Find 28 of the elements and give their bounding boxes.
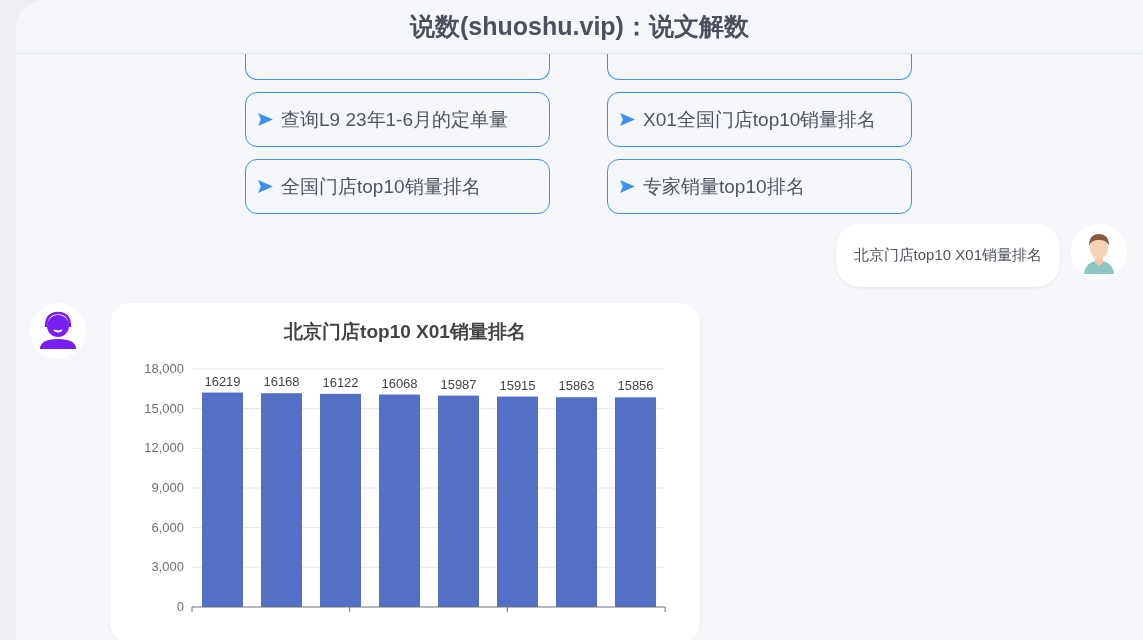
data-label: 16068 bbox=[381, 375, 418, 391]
suggestion-button[interactable] bbox=[245, 54, 550, 80]
suggestion-button[interactable]: 全国门店top10销量排名 bbox=[245, 159, 550, 214]
data-label: 15856 bbox=[617, 378, 654, 394]
chart-title: 北京门店top10 X01销量排名 bbox=[283, 320, 527, 344]
axis-tick-label: 0 bbox=[176, 599, 184, 614]
suggestion-button[interactable] bbox=[607, 54, 912, 80]
data-label: 15915 bbox=[499, 377, 536, 393]
send-icon bbox=[620, 113, 635, 126]
axis-tick-label: 12,000 bbox=[144, 440, 184, 456]
suggestion-button[interactable]: 查询L9 23年1-6月的定单量 bbox=[245, 92, 550, 147]
send-icon bbox=[258, 180, 273, 193]
suggestion-button[interactable]: X01全国门店top10销量排名 bbox=[607, 92, 912, 147]
data-label: 15863 bbox=[558, 378, 595, 394]
axis-tick-label: 6,000 bbox=[151, 519, 184, 535]
data-label: 16219 bbox=[204, 373, 241, 389]
axis-tick-label: 9,000 bbox=[151, 480, 184, 495]
data-label: 16122 bbox=[322, 374, 359, 390]
data-label: 15987 bbox=[440, 376, 477, 392]
axis-tick-label: 3,000 bbox=[151, 559, 184, 575]
axis-tick-label: 15,000 bbox=[144, 400, 184, 416]
suggestion-button[interactable]: 专家销量top10排名 bbox=[607, 159, 912, 214]
send-icon bbox=[258, 113, 273, 126]
user-message: 北京门店top10 X01销量排名 bbox=[835, 224, 1060, 287]
send-icon bbox=[620, 180, 635, 193]
app-title: 说数(shuoshu.vip)：说文解数 bbox=[410, 11, 749, 42]
axis-tick-label: 18,000 bbox=[144, 361, 184, 376]
data-label: 16168 bbox=[263, 374, 300, 390]
